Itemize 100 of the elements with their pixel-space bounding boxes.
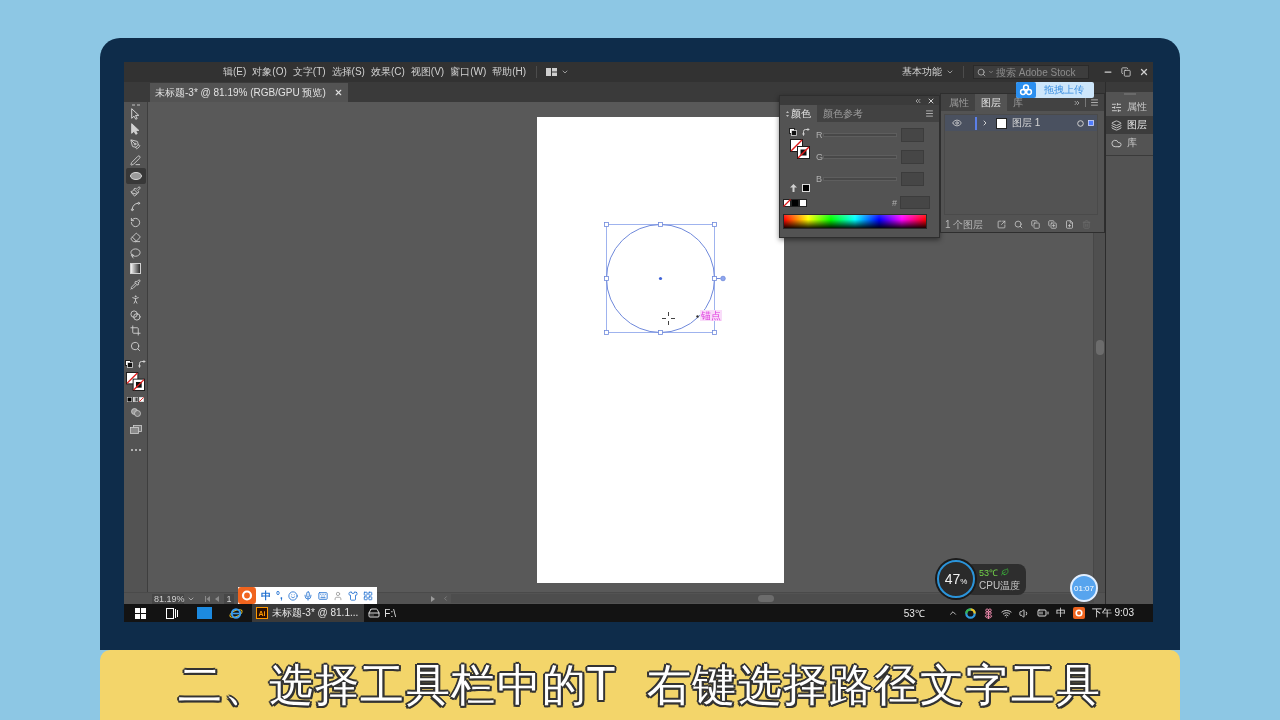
side-handle[interactable] [716, 275, 726, 282]
selection-indicator-icon[interactable] [1088, 120, 1094, 126]
layer-row[interactable]: 图层 1 [945, 115, 1097, 131]
collapse-icon[interactable] [914, 96, 922, 105]
taskbar-button[interactable]: F:\ [364, 604, 402, 622]
close-icon[interactable] [333, 88, 343, 97]
square-arrow-icon[interactable] [997, 220, 1007, 229]
input-method-logo-icon[interactable] [238, 587, 256, 604]
temperature-reading: 53℃ [903, 607, 925, 620]
menu-item[interactable]: 窗口(W) [449, 65, 488, 79]
dock-item[interactable]: 图层 [1106, 116, 1153, 134]
workspace-grid-icon[interactable] [546, 68, 558, 76]
fill-stroke-icon[interactable] [789, 139, 810, 159]
circles-logo-icon [1016, 82, 1036, 98]
shirt-icon[interactable] [347, 590, 358, 601]
menu-item[interactable]: 文字(T) [291, 65, 327, 79]
menu-item[interactable]: 选择(S) [330, 65, 366, 79]
swap-arrow-icon[interactable] [138, 360, 146, 368]
menu-icon[interactable] [1090, 98, 1099, 107]
tool-button[interactable] [125, 168, 146, 184]
flower-icon[interactable] [982, 607, 994, 619]
copy-icon[interactable] [1031, 220, 1041, 229]
screen-mode-icon[interactable] [129, 424, 142, 434]
panel-tab[interactable]: 颜色参考 [817, 105, 869, 122]
default-colors-icon[interactable] [789, 128, 797, 136]
caption-text: 二、选择工具栏中的T 右键选择路径文字工具 [178, 659, 1102, 711]
expand-icon[interactable] [1073, 98, 1081, 107]
page-field[interactable]: 1 [224, 593, 234, 604]
channel-label: G [816, 152, 823, 162]
color-spectrum[interactable] [783, 214, 927, 229]
caret-icon [946, 68, 954, 76]
panel-tab[interactable]: 属性 [943, 94, 975, 111]
menu-item[interactable]: 效果(C) [369, 65, 406, 79]
input-method-logo-icon[interactable] [1072, 607, 1085, 619]
dock-item[interactable]: 属性 [1106, 98, 1153, 116]
previous-page-icon[interactable] [215, 595, 219, 602]
keyboard-icon[interactable] [317, 590, 328, 601]
selection-handle[interactable] [712, 222, 717, 227]
panel-tab[interactable]: 颜色 [780, 105, 817, 122]
magnifier-icon [130, 340, 141, 352]
wifi-icon[interactable] [1000, 607, 1012, 619]
document-tab[interactable]: 未标题-3* @ 81.19% (RGB/GPU 预览) [150, 83, 348, 102]
crop-icon [130, 325, 141, 337]
smiley-icon[interactable] [287, 590, 298, 601]
input-mode-toggle[interactable]: 中 [261, 588, 271, 603]
restore-icon[interactable] [1121, 67, 1131, 77]
first-page-icon[interactable] [205, 595, 210, 602]
eye-icon[interactable] [952, 118, 962, 128]
caret-icon[interactable] [981, 119, 989, 127]
grid-icon[interactable] [362, 590, 373, 601]
menu-icon[interactable] [925, 109, 934, 118]
menu-item[interactable]: 对象(O) [251, 65, 288, 79]
speaker-icon[interactable] [1018, 607, 1030, 619]
menu-item[interactable]: 视图(V) [409, 65, 446, 79]
microphone-icon[interactable] [302, 590, 313, 601]
color-swatch-icon[interactable] [791, 198, 799, 207]
zoom-field[interactable]: 81.19% [152, 593, 184, 604]
color-swatch-icon[interactable] [799, 198, 807, 207]
selection-handle[interactable] [712, 330, 717, 335]
punctuation-toggle[interactable]: °, [276, 590, 283, 601]
selection-handle[interactable] [658, 222, 663, 227]
selection-handle[interactable] [604, 276, 609, 281]
fill-stroke-icon[interactable] [126, 371, 145, 391]
person-icon[interactable] [332, 590, 343, 601]
search-field[interactable]: 搜索 Adobe Stock [973, 65, 1089, 79]
selection-handle[interactable] [712, 276, 717, 281]
none-swatch-icon[interactable] [783, 198, 791, 207]
battery-icon[interactable] [1036, 607, 1049, 619]
menu-item[interactable]: 辑(E) [222, 65, 248, 79]
file-plus-icon[interactable] [1065, 220, 1075, 229]
menu-item[interactable]: 帮助(H) [491, 65, 528, 79]
target-icon[interactable] [1077, 119, 1084, 127]
selection-handle[interactable] [658, 330, 663, 335]
workspace-menu[interactable]: 基本功能 [902, 65, 942, 79]
chevron-up-icon[interactable] [947, 608, 958, 618]
draw-mode-icon[interactable] [130, 407, 141, 417]
dock-item[interactable]: 库 [1106, 134, 1153, 152]
arrow-up-icon[interactable] [789, 184, 797, 192]
copy-plus-icon[interactable] [1048, 220, 1058, 229]
up-down-icon [786, 110, 789, 117]
app-tile-icon [196, 607, 212, 619]
caret-icon [561, 68, 570, 76]
swap-arrow-icon[interactable] [802, 128, 810, 136]
selection-handle[interactable] [604, 222, 609, 227]
task-view-icon [166, 607, 178, 619]
default-colors-icon[interactable] [125, 360, 133, 368]
next-page-icon[interactable] [431, 595, 435, 602]
search-icon[interactable] [1014, 220, 1024, 229]
crosshair-cursor-icon [661, 311, 676, 326]
selection-handle[interactable] [604, 330, 609, 335]
close-icon[interactable] [927, 96, 935, 105]
scrollbar-thumb[interactable] [1095, 340, 1104, 355]
search-icon [977, 67, 986, 77]
ring-icon[interactable] [964, 607, 976, 619]
panel-tab[interactable]: 图层 [975, 94, 1007, 111]
scrollbar-thumb[interactable] [758, 595, 774, 602]
none-swatch-icon[interactable] [139, 396, 144, 402]
gradient-swatch-icon[interactable] [133, 396, 138, 402]
input-mode-indicator[interactable]: 中 [1055, 606, 1066, 620]
close-icon[interactable] [1139, 67, 1149, 77]
